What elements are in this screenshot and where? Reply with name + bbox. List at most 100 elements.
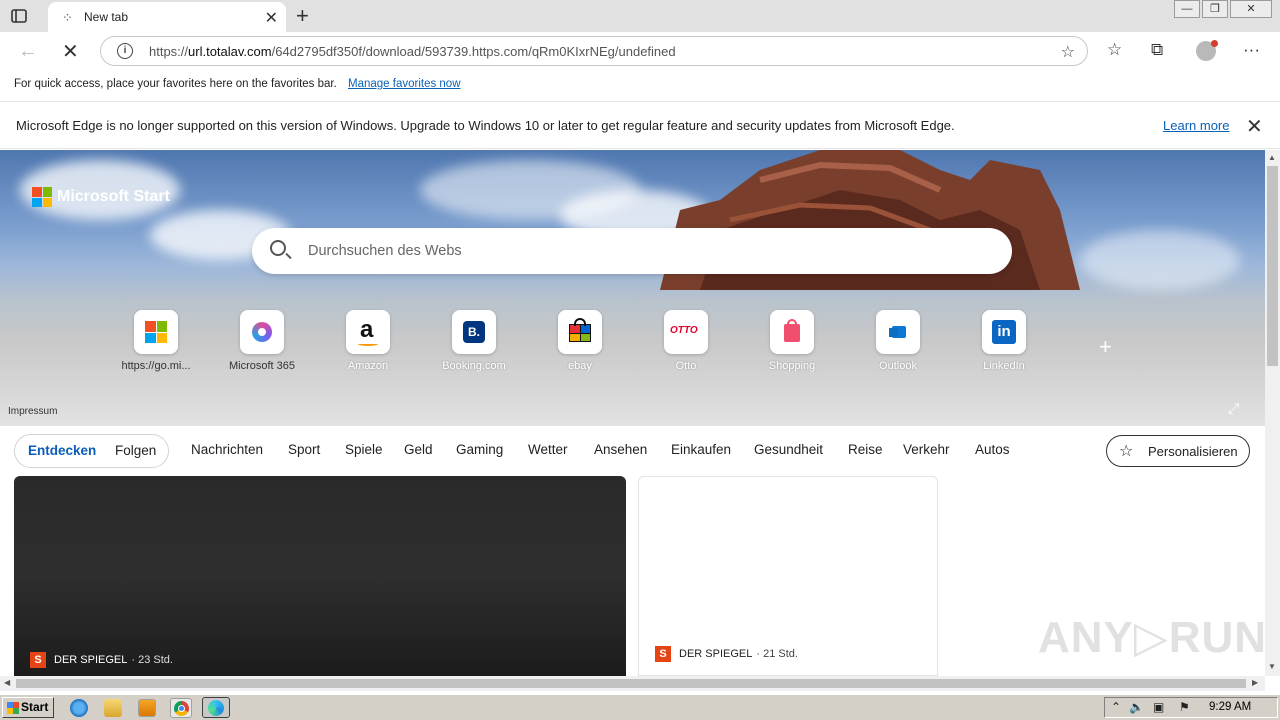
unsupported-windows-infobar: Microsoft Edge is no longer supported on… xyxy=(0,103,1280,149)
category-spiele[interactable]: Spiele xyxy=(345,442,383,457)
category-ansehen[interactable]: Ansehen xyxy=(594,442,647,457)
system-tray: ⌃ 🔈 ▣ ⚑ 9:29 AM xyxy=(1104,697,1278,718)
minimize-button[interactable]: — xyxy=(1174,0,1200,18)
tab-actions-icon[interactable] xyxy=(10,7,28,25)
quicklink-linkedin[interactable]: in LinkedIn xyxy=(958,310,1050,372)
feed-navigation: Entdecken Folgen Nachrichten Sport Spiel… xyxy=(0,426,1265,476)
profile-avatar[interactable] xyxy=(1196,40,1218,61)
category-geld[interactable]: Geld xyxy=(404,442,433,457)
taskbar-clock[interactable]: 9:29 AM xyxy=(1209,701,1251,713)
quicklink-microsoft-365[interactable]: Microsoft 365 xyxy=(216,310,308,372)
horizontal-scroll-thumb[interactable] xyxy=(16,679,1246,688)
window-controls: — ❐ ✕ xyxy=(1172,0,1272,18)
news-card-large[interactable]: S DER SPIEGEL · 23 Std. xyxy=(14,476,626,676)
otto-icon: OTTO xyxy=(664,310,708,354)
maximize-button[interactable]: ❐ xyxy=(1202,0,1228,18)
vertical-scroll-thumb[interactable] xyxy=(1267,166,1278,366)
network-icon[interactable]: ▣ xyxy=(1153,700,1164,714)
quicklink-otto[interactable]: OTTO Otto xyxy=(640,310,732,372)
card-source: S DER SPIEGEL · 23 Std. xyxy=(30,652,173,668)
chrome-taskbar-button[interactable] xyxy=(170,698,192,718)
tab-title: New tab xyxy=(84,10,129,24)
show-hidden-icons-icon[interactable]: ⌃ xyxy=(1111,700,1121,714)
search-placeholder[interactable]: Durchsuchen des Webs xyxy=(308,243,462,259)
action-center-flag-icon[interactable]: ⚑ xyxy=(1179,700,1190,714)
internet-explorer-icon[interactable] xyxy=(70,699,88,717)
ebay-icon xyxy=(558,310,602,354)
address-bar[interactable]: i https://url.totalav.com/64d2795df350f/… xyxy=(100,36,1088,66)
amazon-icon: a xyxy=(346,310,390,354)
add-quicklink-button[interactable]: + xyxy=(1099,334,1112,360)
quicklink-go-microsoft[interactable]: https://go.mi... xyxy=(110,310,202,372)
infobar-message: Microsoft Edge is no longer supported on… xyxy=(16,118,955,133)
cloud-decoration xyxy=(1080,230,1240,290)
microsoft365-icon xyxy=(240,310,284,354)
infobar-close-icon[interactable]: ✕ xyxy=(1246,114,1263,139)
tab-bar: ⁘ New tab ✕ + — ❐ ✕ xyxy=(0,0,1280,32)
brand-title[interactable]: Microsoft Start xyxy=(57,188,170,206)
sparkle-star-icon: ☆ xyxy=(1119,443,1134,460)
horizontal-scrollbar[interactable]: ◀ ▶ xyxy=(0,676,1265,691)
linkedin-icon: in xyxy=(982,310,1026,354)
category-wetter[interactable]: Wetter xyxy=(528,442,568,457)
quicklink-shopping[interactable]: Shopping xyxy=(746,310,838,372)
personalize-button[interactable]: ☆ Personalisieren xyxy=(1106,435,1250,467)
favorites-hint: For quick access, place your favorites h… xyxy=(14,78,337,90)
feed-mode-toggle: Entdecken Folgen xyxy=(14,434,169,468)
scroll-down-arrow-icon[interactable]: ▼ xyxy=(1268,662,1276,671)
quicklink-ebay[interactable]: ebay xyxy=(534,310,626,372)
toolbar: ← ✕ i https://url.totalav.com/64d2795df3… xyxy=(0,32,1280,70)
news-card-small[interactable]: S DER SPIEGEL · 21 Std. xyxy=(638,476,938,676)
volume-icon[interactable]: 🔈 xyxy=(1129,700,1144,714)
collections-icon[interactable]: ⧉ xyxy=(1151,40,1163,60)
more-menu-icon[interactable]: ··· xyxy=(1243,40,1260,60)
favorites-bar: For quick access, place your favorites h… xyxy=(0,70,1280,102)
media-player-icon[interactable] xyxy=(138,699,156,717)
booking-icon: B. xyxy=(452,310,496,354)
category-reise[interactable]: Reise xyxy=(848,442,883,457)
category-autos[interactable]: Autos xyxy=(975,442,1010,457)
shopping-icon xyxy=(770,310,814,354)
site-info-icon[interactable]: i xyxy=(117,43,133,59)
url-text[interactable]: https://url.totalav.com/64d2795df350f/do… xyxy=(149,44,676,59)
favorites-icon[interactable]: ☆ xyxy=(1107,40,1122,60)
manage-favorites-link[interactable]: Manage favorites now xyxy=(348,78,461,90)
file-explorer-icon[interactable] xyxy=(104,699,122,717)
learn-more-link[interactable]: Learn more xyxy=(1163,118,1229,133)
impressum-link[interactable]: Impressum xyxy=(8,406,57,417)
outlook-icon xyxy=(876,310,920,354)
anyrun-watermark: ANY▷RUN xyxy=(1038,613,1268,662)
category-gesundheit[interactable]: Gesundheit xyxy=(754,442,823,457)
category-verkehr[interactable]: Verkehr xyxy=(903,442,950,457)
close-window-button[interactable]: ✕ xyxy=(1230,0,1272,18)
scroll-right-arrow-icon[interactable]: ▶ xyxy=(1252,678,1258,687)
new-tab-button[interactable]: + xyxy=(296,3,309,29)
add-favorite-icon[interactable]: ☆ xyxy=(1061,42,1075,62)
category-einkaufen[interactable]: Einkaufen xyxy=(671,442,731,457)
expand-icon[interactable]: ⤢ xyxy=(1228,400,1239,417)
category-sport[interactable]: Sport xyxy=(288,442,320,457)
scroll-up-arrow-icon[interactable]: ▲ xyxy=(1268,153,1276,162)
spiegel-logo-icon: S xyxy=(655,646,671,662)
tab-new-tab[interactable]: ⁘ New tab ✕ xyxy=(48,2,286,32)
card-source: S DER SPIEGEL · 21 Std. xyxy=(655,646,798,662)
quicklink-amazon[interactable]: a Amazon xyxy=(322,310,414,372)
edge-taskbar-button[interactable] xyxy=(202,697,230,718)
category-gaming[interactable]: Gaming xyxy=(456,442,503,457)
tab-entdecken[interactable]: Entdecken xyxy=(28,443,96,458)
windows-taskbar: Start ⌃ 🔈 ▣ ⚑ 9:29 AM xyxy=(0,694,1280,720)
stop-loading-icon[interactable]: ✕ xyxy=(62,39,79,64)
loading-icon: ⁘ xyxy=(62,10,73,25)
category-nachrichten[interactable]: Nachrichten xyxy=(191,442,263,457)
spiegel-logo-icon: S xyxy=(30,652,46,668)
web-search-box[interactable]: Durchsuchen des Webs xyxy=(252,228,1012,274)
vertical-scrollbar[interactable]: ▲ ▼ xyxy=(1265,150,1280,676)
quicklink-outlook[interactable]: Outlook xyxy=(852,310,944,372)
microsoft-icon xyxy=(134,310,178,354)
scroll-left-arrow-icon[interactable]: ◀ xyxy=(4,678,10,687)
start-button[interactable]: Start xyxy=(2,697,54,718)
quicklink-booking[interactable]: B. Booking.com xyxy=(428,310,520,372)
tab-folgen[interactable]: Folgen xyxy=(115,443,156,458)
tab-close-icon[interactable]: ✕ xyxy=(265,8,278,28)
back-arrow-icon[interactable]: ← xyxy=(18,40,38,63)
